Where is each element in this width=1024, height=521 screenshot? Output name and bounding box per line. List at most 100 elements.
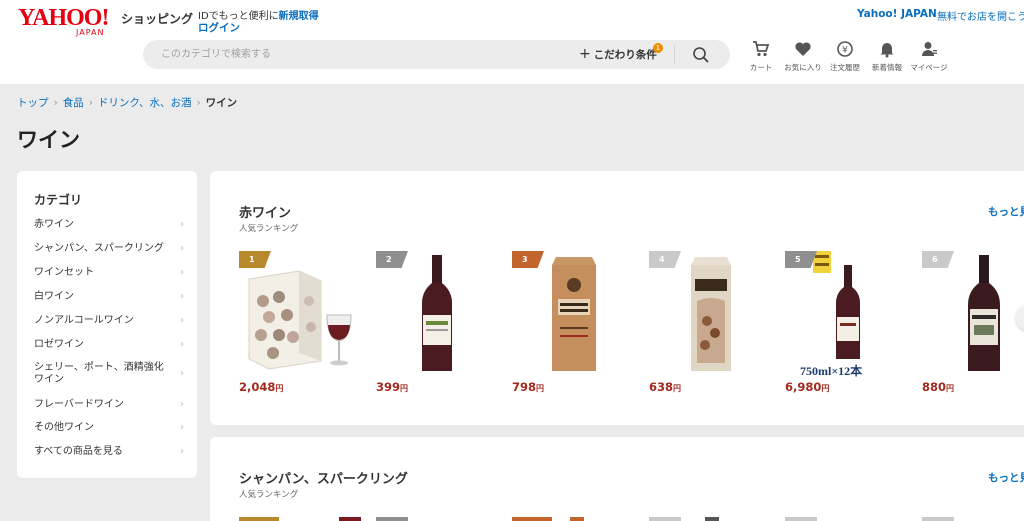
price-unit: 円: [275, 384, 284, 393]
section-title: シャンパン、スパークリング: [239, 472, 408, 487]
category-item-other[interactable]: その他ワイン ›: [34, 422, 184, 434]
wine-bottle-set-image: [813, 251, 860, 359]
category-label: ノンアルコールワイン: [34, 315, 134, 326]
product-image-strip: [705, 517, 719, 521]
chevron-right-icon: ›: [180, 422, 184, 433]
product-card[interactable]: 750ml×12本 5 6,980円: [785, 251, 911, 401]
category-label: その他ワイン: [34, 422, 94, 433]
register-link[interactable]: 新規取得: [279, 11, 319, 22]
breadcrumb-current: ワイン: [205, 97, 238, 109]
ranking-section-red-wine: 赤ワイン 人気ランキング もっと見る 1 2,048円 2 399円: [210, 171, 1024, 425]
site-header: YAHOO! JAPAN ショッピング IDでもっと便利に新規取得 ログイン Y…: [0, 0, 1024, 84]
chevron-right-icon: ›: [180, 243, 184, 254]
price-unit: 円: [400, 384, 409, 393]
chevron-right-icon: ›: [180, 267, 184, 278]
chevron-right-icon: ›: [180, 291, 184, 302]
rank-badge-strip: [239, 517, 279, 521]
ranking-section-sparkling: シャンパン、スパークリング 人気ランキング もっと見る: [210, 437, 1024, 521]
logo-sub-text: JAPAN: [76, 28, 105, 37]
chevron-right-icon: ›: [180, 368, 184, 379]
order-history-button[interactable]: ¥ 注文履歴: [825, 40, 865, 74]
product-card[interactable]: 6 880円: [922, 251, 1024, 401]
mypage-button[interactable]: マイページ: [909, 40, 949, 74]
mypage-label: マイページ: [910, 63, 948, 72]
plus-icon: +: [579, 46, 591, 62]
price-value: 880: [922, 380, 947, 394]
rank-badge-strip: [922, 517, 954, 521]
category-item-red-wine[interactable]: 赤ワイン ›: [34, 219, 184, 231]
category-item-non-alcohol[interactable]: ノンアルコールワイン ›: [34, 315, 184, 327]
category-label: すべての商品を見る: [34, 446, 123, 457]
section-subtitle: 人気ランキング: [239, 224, 299, 234]
rank-badge-strip: [785, 517, 817, 521]
wine-carton-image: [552, 257, 596, 371]
price-unit: 円: [536, 384, 545, 393]
cart-button[interactable]: カート: [741, 40, 781, 74]
breadcrumb-food[interactable]: 食品: [63, 95, 84, 110]
kodawari-label: こだわり条件: [593, 49, 657, 61]
see-more-link[interactable]: もっと見る: [988, 204, 1024, 219]
open-store-link[interactable]: 無料でお店を開こう: [937, 8, 1024, 23]
rank-badge-strip: [376, 517, 408, 521]
box-wine-image: [248, 270, 352, 370]
yahoo-japan-link[interactable]: Yahoo! JAPAN: [857, 8, 937, 20]
cart-label: カート: [749, 63, 773, 72]
breadcrumb-top[interactable]: トップ: [17, 95, 49, 110]
section-title: 赤ワイン: [239, 206, 292, 221]
kodawari-filter-button[interactable]: + こだわり条件: [579, 46, 657, 62]
chevron-right-icon: ›: [180, 339, 184, 350]
logo-main-text: YAHOO!: [18, 5, 109, 31]
category-label: ワインセット: [34, 267, 94, 278]
category-item-rose[interactable]: ロゼワイン ›: [34, 339, 184, 351]
see-more-link[interactable]: もっと見る: [988, 470, 1024, 485]
category-label: シャンパン、スパークリング: [34, 243, 164, 254]
category-label: ロゼワイン: [34, 339, 84, 350]
category-item-wine-set[interactable]: ワインセット ›: [34, 267, 184, 279]
price-unit: 円: [946, 384, 955, 393]
chevron-right-icon: ›: [180, 446, 184, 457]
favorites-button[interactable]: お気に入り: [783, 40, 823, 74]
arturo-wine-carton-image: [691, 257, 731, 371]
category-label: 赤ワイン: [34, 219, 74, 230]
price-unit: 円: [821, 384, 830, 393]
product-price: 6,980円: [785, 380, 829, 394]
shopping-title[interactable]: ショッピング: [121, 10, 193, 27]
bell-icon: [880, 43, 894, 58]
notifications-button[interactable]: 新着情報: [867, 40, 907, 74]
price-value: 638: [649, 380, 674, 394]
category-item-all[interactable]: すべての商品を見る ›: [34, 446, 184, 458]
search-button[interactable]: [691, 45, 711, 65]
chevron-right-icon: ›: [53, 97, 58, 109]
product-card[interactable]: 3 798円: [512, 251, 638, 401]
breadcrumb-drinks[interactable]: ドリンク、水、お酒: [98, 95, 192, 110]
yahoo-shopping-logo[interactable]: YAHOO! JAPAN: [18, 5, 118, 37]
svg-text:¥: ¥: [842, 46, 848, 56]
rank-badge-strip: [649, 517, 681, 521]
product-price: 880円: [922, 380, 954, 394]
chevron-right-icon: ›: [180, 315, 184, 326]
price-value: 6,980: [785, 380, 822, 394]
search-icon: [693, 47, 709, 63]
category-item-sparkling[interactable]: シャンパン、スパークリング ›: [34, 243, 184, 255]
category-item-flavored[interactable]: フレーバードワイン ›: [34, 399, 184, 411]
chevron-right-icon: ›: [180, 219, 184, 230]
category-item-white-wine[interactable]: 白ワイン ›: [34, 291, 184, 303]
product-card[interactable]: 1 2,048円: [239, 251, 365, 401]
product-image-strip: [339, 517, 361, 521]
product-price: 2,048円: [239, 380, 283, 394]
notifications-label: 新着情報: [872, 63, 902, 72]
product-price: 798円: [512, 380, 544, 394]
rank-badge-strip: [512, 517, 552, 521]
product-card[interactable]: 2 399円: [376, 251, 502, 401]
search-input[interactable]: [161, 40, 571, 69]
product-card[interactable]: 4 638円: [649, 251, 775, 401]
category-label: 白ワイン: [34, 291, 74, 302]
category-item-sherry-port[interactable]: シェリー、ポート、酒精強化ワイン ›: [34, 362, 184, 386]
order-history-label: 注文履歴: [830, 63, 860, 72]
page-title: ワイン: [17, 128, 80, 152]
price-unit: 円: [673, 384, 682, 393]
search-divider: [674, 45, 675, 64]
login-link[interactable]: ログイン: [198, 20, 240, 35]
product-price: 638円: [649, 380, 681, 394]
chevron-right-icon: ›: [196, 97, 201, 109]
